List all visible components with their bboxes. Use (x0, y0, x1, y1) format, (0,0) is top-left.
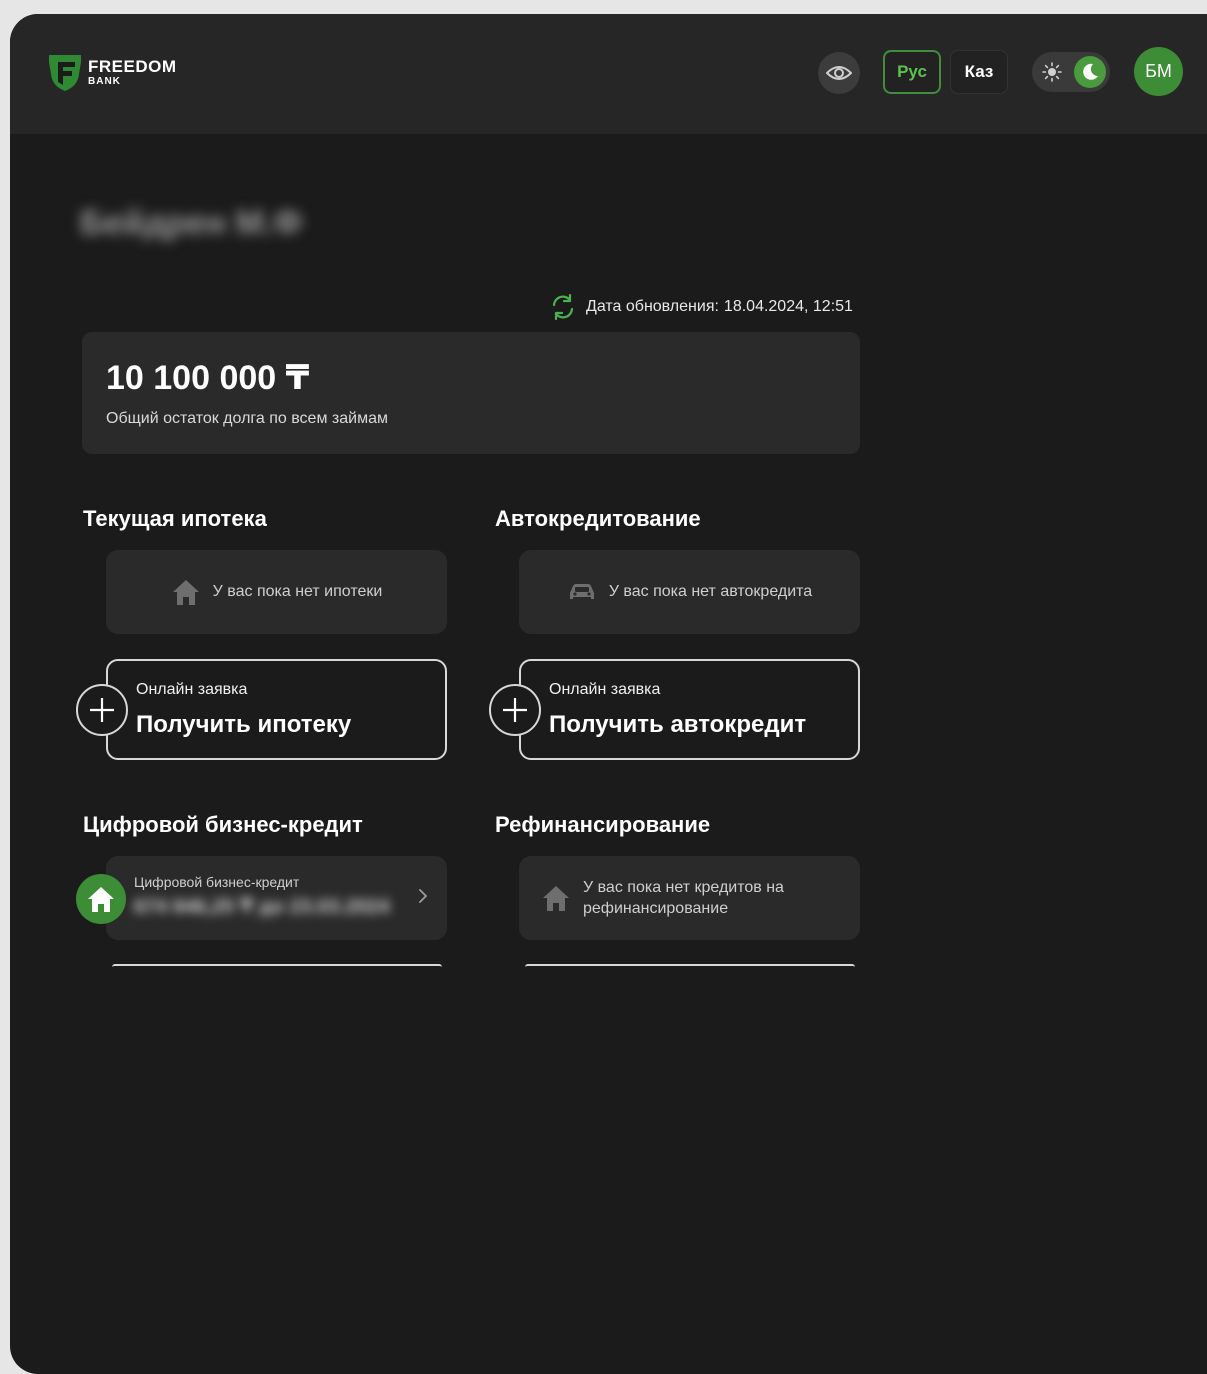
update-label: Дата обновления: (586, 298, 719, 315)
eye-icon (826, 66, 852, 80)
house-icon (88, 887, 114, 912)
logo-line2: BANK (88, 75, 121, 87)
add-auto-button[interactable] (489, 684, 541, 736)
mortgage-title: Текущая ипотека (83, 506, 267, 531)
mortgage-empty-text: У вас пока нет ипотеки (212, 583, 383, 600)
update-info: Дата обновления: 18.04.2024, 12:51 (550, 294, 853, 320)
top-header: FREEDOM BANK Рус Каз БМ (10, 14, 1207, 134)
plus-icon (503, 698, 527, 722)
house-icon (543, 886, 569, 911)
theme-toggle-knob (1074, 56, 1106, 88)
mortgage-apply-big: Получить ипотеку (136, 711, 352, 738)
language-kz-button[interactable]: Каз (950, 50, 1008, 94)
mortgage-empty-card: У вас пока нет ипотеки (106, 550, 447, 634)
auto-apply-big: Получить автокредит (549, 711, 807, 738)
toggle-visibility-button[interactable] (818, 52, 860, 94)
language-ru-button[interactable]: Рус (883, 50, 941, 94)
refinance-title: Рефинансирование (495, 812, 711, 837)
refinance-empty-line1: У вас пока нет кредитов на (583, 879, 784, 896)
freedom-logo-icon (49, 55, 81, 91)
update-value: 18.04.2024, 12:51 (723, 298, 853, 315)
refresh-icon[interactable] (550, 294, 576, 320)
user-name: Бейдрен М.Ф (80, 204, 303, 242)
freedom-bank-logo[interactable]: FREEDOM BANK (48, 52, 177, 92)
business-home-badge (76, 874, 126, 924)
business-item-label: Цифровой бизнес-кредит (134, 874, 300, 890)
plus-icon (90, 698, 114, 722)
total-debt-card: 10 100 000 ₸ Общий остаток долга по всем… (82, 332, 860, 454)
business-credit-item[interactable]: Цифровой бизнес-кредит 674 846,25 ₸ до 2… (106, 856, 447, 940)
business-item-amount: 674 846,25 ₸ до 23.03.2024 (134, 896, 390, 918)
auto-empty-text: У вас пока нет автокредита (608, 583, 813, 600)
mortgage-apply-small: Онлайн заявка (136, 681, 248, 698)
sun-icon (1042, 62, 1062, 82)
business-title: Цифровой бизнес-кредит (83, 812, 363, 837)
refinance-empty-line2: рефинансирование (583, 900, 729, 917)
auto-empty-card: У вас пока нет автокредита (519, 550, 860, 634)
auto-title: Автокредитование (495, 506, 701, 531)
auto-apply-small: Онлайн заявка (549, 681, 661, 698)
refinance-empty-card: У вас пока нет кредитов на рефинансирова… (519, 856, 860, 940)
moon-icon (1083, 63, 1098, 80)
total-amount: 10 100 000 ₸ (106, 359, 310, 397)
house-icon (172, 580, 199, 605)
chevron-right-icon (419, 889, 428, 903)
logo-line1: FREEDOM (88, 56, 177, 76)
user-avatar[interactable]: БМ (1134, 47, 1183, 96)
next-card-edge (112, 964, 442, 967)
next-card-edge (525, 964, 855, 967)
car-icon (569, 584, 594, 599)
app-window: FREEDOM BANK Рус Каз БМ Бейдрен М.Ф Дата… (10, 14, 1207, 1374)
apply-auto-card[interactable]: Онлайн заявка Получить автокредит (519, 659, 860, 760)
apply-mortgage-card[interactable]: Онлайн заявка Получить ипотеку (106, 659, 447, 760)
add-mortgage-button[interactable] (76, 684, 128, 736)
theme-toggle[interactable] (1032, 52, 1110, 92)
total-label: Общий остаток долга по всем займам (106, 410, 388, 427)
